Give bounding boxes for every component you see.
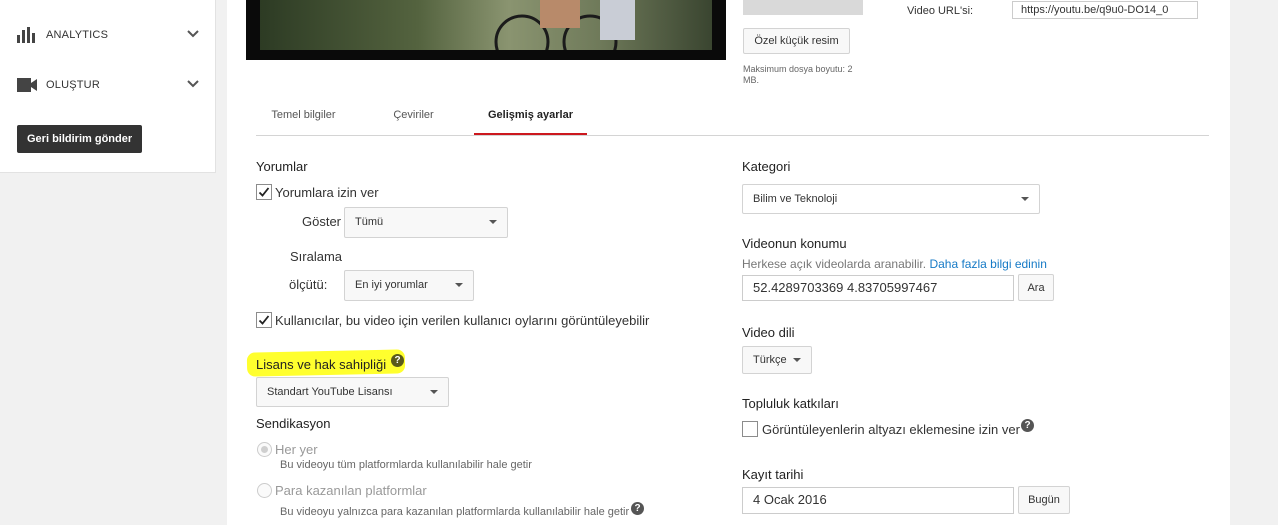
dropdown-caret-icon xyxy=(489,220,497,224)
community-heading: Topluluk katkıları xyxy=(742,396,839,411)
recording-date-heading: Kayıt tarihi xyxy=(742,467,804,482)
dropdown-caret-icon xyxy=(430,390,438,394)
location-search-button[interactable]: Ara xyxy=(1018,274,1054,301)
category-heading: Kategori xyxy=(742,159,791,174)
dropdown-caret-icon xyxy=(455,283,463,287)
help-icon[interactable]: ? xyxy=(631,502,644,515)
location-input[interactable]: 52.4289703369 4.83705997467 xyxy=(742,275,1014,301)
show-label: Göster xyxy=(302,214,342,229)
select-value: En iyi yorumlar xyxy=(355,279,428,291)
dropdown-caret-icon xyxy=(793,358,801,362)
help-icon[interactable]: ? xyxy=(391,354,404,367)
tab-translations[interactable]: Çeviriler xyxy=(376,96,451,134)
sort-label-line1: Sıralama xyxy=(290,249,343,264)
license-select[interactable]: Standart YouTube Lisansı xyxy=(256,377,449,407)
sidebar-item-create[interactable]: OLUŞTUR xyxy=(17,74,203,96)
tab-basic-info[interactable]: Temel bilgiler xyxy=(256,96,351,134)
chevron-down-icon[interactable] xyxy=(187,26,199,41)
category-select[interactable]: Bilim ve Teknoloji xyxy=(742,184,1040,214)
comments-sort-select[interactable]: En iyi yorumlar xyxy=(344,270,474,301)
show-ratings-label: Kullanıcılar, bu video için verilen kull… xyxy=(275,313,650,328)
allow-comments-checkbox[interactable] xyxy=(256,184,272,200)
video-url-label: Video URL'si: xyxy=(907,5,974,17)
sidebar-item-label: OLUŞTUR xyxy=(46,79,100,91)
video-url-field[interactable]: https://youtu.be/q9u0-DO14_0 xyxy=(1012,1,1198,19)
show-ratings-checkbox[interactable] xyxy=(256,312,272,328)
sidebar-item-label: ANALYTICS xyxy=(46,29,109,41)
recording-date-input[interactable]: 4 Ocak 2016 xyxy=(742,487,1014,514)
settings-tabs: Temel bilgiler Çeviriler Gelişmiş ayarla… xyxy=(256,96,1209,136)
syndication-monetized-radio[interactable] xyxy=(257,483,272,498)
select-value: Türkçe xyxy=(753,354,787,366)
sort-label-line2: ölçütü: xyxy=(289,277,328,292)
language-heading: Video dili xyxy=(742,325,795,340)
select-value: Standart YouTube Lisansı xyxy=(267,386,393,398)
help-icon[interactable]: ? xyxy=(1021,419,1034,432)
location-desc: Herkese açık videolarda aranabilir. Daha… xyxy=(742,257,1047,271)
feedback-button[interactable]: Geri bildirim gönder xyxy=(17,125,143,153)
dropdown-caret-icon xyxy=(1021,197,1029,201)
syndication-heading: Sendikasyon xyxy=(256,416,331,431)
location-desc-text: Herkese açık videolarda aranabilir. xyxy=(742,257,927,271)
syndication-everywhere-label: Her yer xyxy=(275,442,318,457)
max-file-size-note: Maksimum dosya boyutu: 2 MB. xyxy=(743,64,853,85)
syndication-monetized-desc: Bu videoyu yalnızca para kazanılan platf… xyxy=(280,506,630,518)
analytics-icon xyxy=(17,26,37,44)
video-camera-icon xyxy=(17,76,37,94)
thumbnail-preview[interactable] xyxy=(743,0,863,15)
community-subtitles-label: Görüntüleyenlerin altyazı eklemesine izi… xyxy=(762,422,1020,437)
community-subtitles-checkbox[interactable] xyxy=(742,421,758,437)
license-heading: Lisans ve hak sahipliği xyxy=(256,357,387,372)
syndication-monetized-label: Para kazanılan platformlar xyxy=(275,483,427,498)
sidebar: ANALYTICS OLUŞTUR Geri bildirim gönder xyxy=(0,0,216,173)
location-heading: Videonun konumu xyxy=(742,236,847,251)
language-select[interactable]: Türkçe xyxy=(742,346,812,374)
video-preview[interactable] xyxy=(246,0,726,60)
tab-advanced-settings[interactable]: Gelişmiş ayarlar xyxy=(474,96,587,135)
sidebar-item-analytics[interactable]: ANALYTICS xyxy=(17,24,203,46)
today-button[interactable]: Bugün xyxy=(1018,486,1070,514)
syndication-everywhere-desc: Bu videoyu tüm platformlarda kullanılabi… xyxy=(280,459,532,471)
comments-show-select[interactable]: Tümü xyxy=(344,207,508,238)
comments-heading: Yorumlar xyxy=(256,159,308,174)
custom-thumbnail-button[interactable]: Özel küçük resim xyxy=(743,28,850,54)
learn-more-link[interactable]: Daha fazla bilgi edinin xyxy=(929,257,1046,271)
select-value: Bilim ve Teknoloji xyxy=(753,193,838,205)
video-frame xyxy=(260,0,712,60)
radio-dot xyxy=(261,446,268,453)
select-value: Tümü xyxy=(355,216,384,228)
allow-comments-label: Yorumlara izin ver xyxy=(275,185,379,200)
chevron-down-icon[interactable] xyxy=(187,76,199,91)
main-panel: Özel küçük resim Maksimum dosya boyutu: … xyxy=(227,0,1230,525)
syndication-everywhere-radio[interactable] xyxy=(257,442,272,457)
